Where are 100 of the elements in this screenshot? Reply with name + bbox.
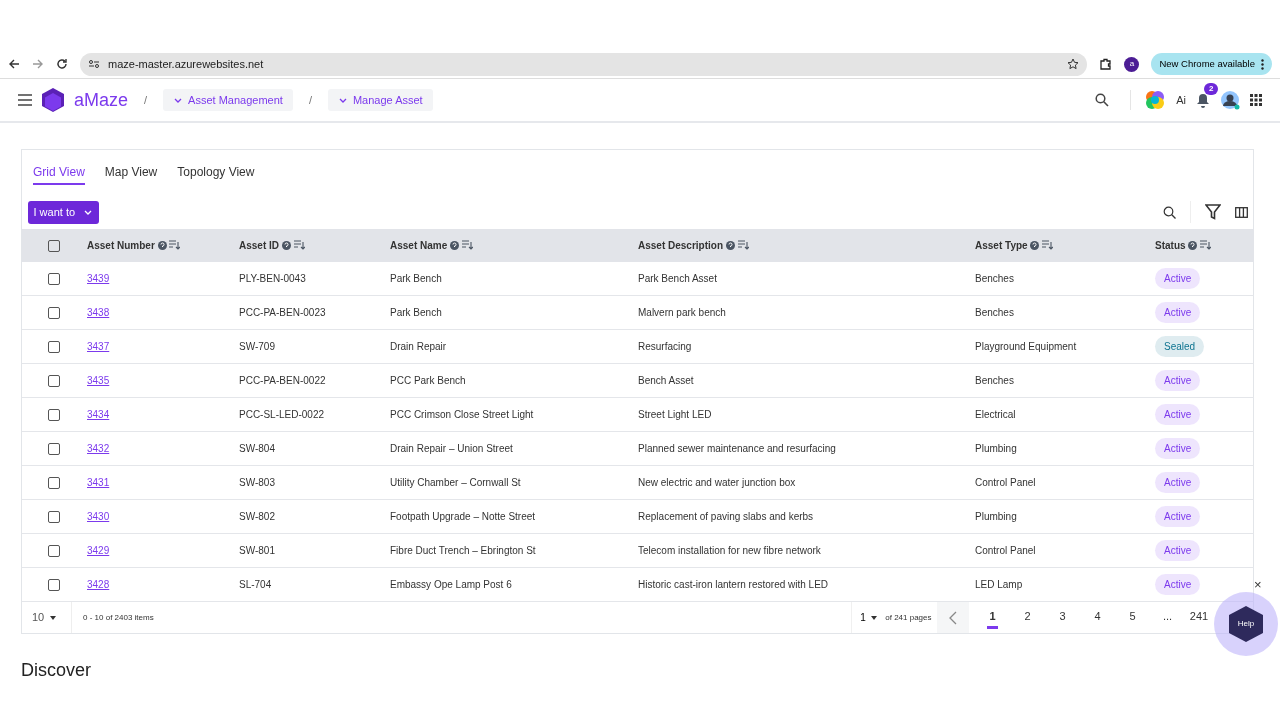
select-all-checkbox[interactable]	[48, 239, 60, 252]
asset-number-link[interactable]: 3439	[87, 272, 110, 284]
notification-badge: 2	[1204, 82, 1219, 95]
status-badge: Active	[1155, 404, 1201, 425]
colorful-flower-icon[interactable]	[1144, 89, 1167, 111]
sort-icon[interactable]	[461, 240, 473, 250]
asset-number-link[interactable]: 3430	[87, 511, 110, 522]
status-badge: Active	[1155, 472, 1201, 493]
menu-icon[interactable]	[18, 94, 32, 106]
table-cell: SL-704	[239, 579, 272, 590]
column-header[interactable]: Status	[1155, 237, 1186, 253]
apps-grid-icon[interactable]	[1250, 94, 1262, 106]
sort-icon[interactable]	[737, 240, 749, 250]
reload-icon[interactable]	[56, 58, 68, 70]
table-cell: PLY-BEN-0043	[239, 272, 306, 284]
status-badge: Sealed	[1155, 336, 1205, 357]
table-cell: PCC-SL-LED-0022	[239, 409, 325, 420]
breadcrumb-dropdown[interactable]: Asset Management	[163, 88, 293, 112]
column-header[interactable]: Asset ID	[239, 237, 279, 253]
hexagon-logo-icon	[42, 88, 64, 112]
table-cell: Resurfacing	[638, 341, 692, 352]
help-icon[interactable]	[725, 240, 735, 250]
status-badge: Active	[1155, 302, 1201, 323]
asset-number-link[interactable]: 3435	[87, 375, 110, 386]
caret-down-icon	[871, 615, 878, 620]
page-button[interactable]: 241	[1185, 602, 1213, 633]
page-button[interactable]: 3	[1045, 602, 1080, 633]
sort-icon[interactable]	[1042, 240, 1054, 250]
row-checkbox[interactable]	[48, 409, 60, 422]
help-icon[interactable]	[1188, 240, 1198, 250]
page-button[interactable]: 5	[1115, 602, 1150, 633]
action-dropdown-button[interactable]: I want to	[27, 201, 100, 224]
view-tab[interactable]: Grid View	[33, 161, 85, 185]
column-header[interactable]: Asset Name	[390, 237, 448, 253]
help-icon[interactable]	[1030, 240, 1040, 250]
row-checkbox[interactable]	[48, 273, 60, 286]
table-cell: Telecom installation for new fibre network	[638, 545, 821, 556]
asset-number-link[interactable]: 3438	[87, 307, 110, 318]
columns-icon[interactable]	[1234, 206, 1248, 218]
table-cell: Playground Equipment	[975, 341, 1077, 352]
table-cell: Planned sewer maintenance and resurfacing	[638, 443, 836, 454]
status-badge: Active	[1155, 370, 1201, 391]
row-checkbox[interactable]	[48, 375, 60, 388]
bell-icon[interactable]	[1196, 93, 1210, 109]
row-checkbox[interactable]	[48, 477, 60, 490]
site-settings-icon[interactable]	[88, 58, 100, 70]
breadcrumb-separator: /	[308, 92, 312, 108]
close-button[interactable]: ×	[1254, 575, 1262, 595]
page-button[interactable]: 2	[1010, 602, 1045, 633]
page-total-text: of 241 pages	[885, 611, 932, 624]
row-checkbox[interactable]	[48, 579, 60, 592]
help-button[interactable]: Help	[1229, 606, 1263, 642]
asset-number-link[interactable]: 3431	[87, 477, 110, 488]
table-cell: Benches	[975, 272, 1014, 284]
row-checkbox[interactable]	[48, 307, 60, 320]
help-icon[interactable]	[450, 240, 459, 250]
column-header[interactable]: Asset Description	[638, 237, 724, 253]
extensions-icon[interactable]	[1099, 57, 1113, 71]
table-cell: Drain Repair – Union Street	[390, 443, 513, 454]
search-icon[interactable]	[1095, 93, 1110, 107]
table-cell: SW-804	[239, 443, 275, 454]
forward-icon[interactable]	[32, 58, 44, 70]
view-tab[interactable]: Topology View	[177, 161, 255, 185]
update-button[interactable]: New Chrome available	[1151, 53, 1272, 75]
table-cell: Malvern park bench	[638, 307, 726, 318]
back-icon[interactable]	[8, 58, 20, 70]
asset-number-link[interactable]: 3428	[87, 579, 110, 590]
asset-number-link[interactable]: 3432	[87, 443, 110, 454]
sort-icon[interactable]	[293, 240, 305, 250]
table-cell: Plumbing	[975, 511, 1017, 522]
breadcrumb-dropdown[interactable]: Manage Asset	[327, 88, 433, 112]
chevron-left-icon	[949, 610, 957, 625]
column-header[interactable]: Asset Type	[975, 237, 1028, 253]
sort-icon[interactable]	[169, 240, 181, 250]
table-cell: New electric and water junction box	[638, 477, 796, 488]
search-icon[interactable]	[1162, 205, 1176, 219]
page-button[interactable]: ...	[1150, 602, 1185, 633]
table-cell: Control Panel	[975, 545, 1036, 556]
breadcrumb-separator: /	[144, 92, 148, 108]
asset-number-link[interactable]: 3429	[87, 545, 110, 556]
row-checkbox[interactable]	[48, 545, 60, 558]
help-icon[interactable]	[281, 240, 291, 250]
row-checkbox[interactable]	[48, 511, 60, 524]
profile-avatar[interactable]: a	[1124, 56, 1140, 72]
filter-icon[interactable]	[1204, 204, 1221, 221]
help-icon[interactable]	[157, 240, 167, 250]
star-icon[interactable]	[1067, 58, 1080, 70]
asset-number-link[interactable]: 3434	[87, 409, 110, 420]
status-badge: Active	[1155, 506, 1201, 527]
user-avatar-icon[interactable]	[1220, 90, 1240, 110]
table-cell: SW-802	[239, 511, 275, 522]
page-button[interactable]: 4	[1080, 602, 1115, 633]
sort-icon[interactable]	[1200, 240, 1212, 250]
row-checkbox[interactable]	[48, 443, 60, 456]
table-cell: Plumbing	[975, 443, 1017, 454]
table-cell: Fibre Duct Trench – Ebrington St	[390, 545, 536, 556]
view-tab[interactable]: Map View	[104, 161, 158, 185]
address-bar[interactable]: maze-master.azurewebsites.net	[80, 52, 1088, 76]
asset-number-link[interactable]: 3437	[87, 341, 110, 352]
row-checkbox[interactable]	[48, 341, 60, 354]
